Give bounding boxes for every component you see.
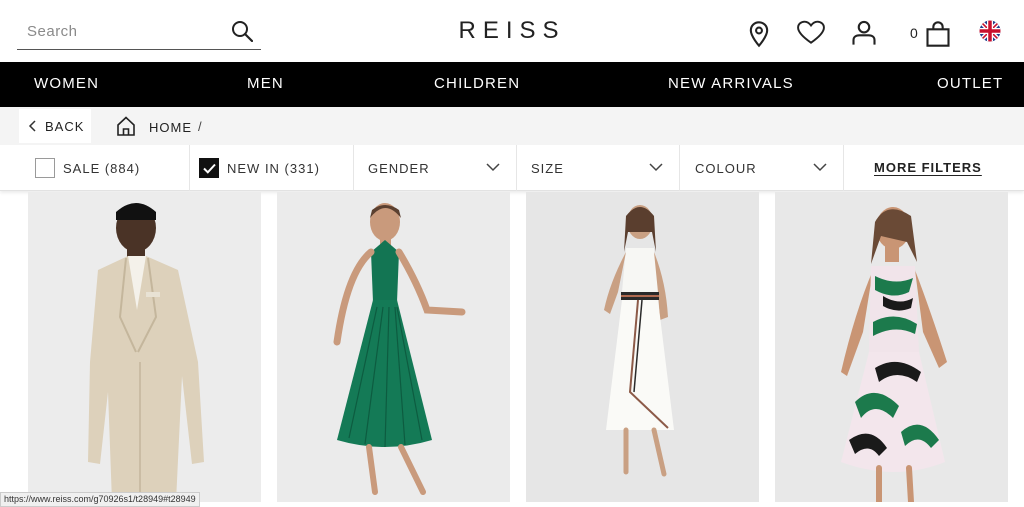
chevron-down-icon <box>486 163 500 172</box>
chevron-down-icon <box>813 163 827 172</box>
product-image <box>775 192 1008 502</box>
nav-outlet[interactable]: OUTLET <box>937 75 1003 92</box>
nav-new-arrivals[interactable]: NEW ARRIVALS <box>668 75 794 92</box>
product-tile-green-halter-dress[interactable] <box>277 192 510 502</box>
filter-bar: SALE (884) NEW IN (331) GENDER SIZE COLO… <box>0 145 1024 191</box>
product-tile-print-dress[interactable] <box>775 192 1008 502</box>
back-button[interactable]: BACK <box>19 109 91 143</box>
heart-icon[interactable] <box>797 19 825 47</box>
filter-sale-label: SALE (884) <box>63 161 141 176</box>
filter-colour-dropdown[interactable]: COLOUR <box>680 145 844 191</box>
status-bar-url: https://www.reiss.com/g70926s1/t28949#t2… <box>0 492 200 507</box>
filter-colour-label: COLOUR <box>695 161 757 176</box>
filter-sale[interactable]: SALE (884) <box>27 145 190 191</box>
home-icon[interactable] <box>117 116 135 136</box>
new-in-checkbox[interactable] <box>199 158 219 178</box>
filter-size-label: SIZE <box>531 161 564 176</box>
product-image <box>28 192 261 502</box>
page: REISS 0 WOMEN <box>0 0 1024 507</box>
chevron-left-icon <box>28 120 36 132</box>
nav-men[interactable]: MEN <box>247 75 284 92</box>
uk-flag-icon[interactable] <box>979 20 1001 42</box>
product-tile-beige-suit[interactable] <box>28 192 261 502</box>
filter-new-in[interactable]: NEW IN (331) <box>190 145 354 191</box>
bag-count: 0 <box>910 25 918 41</box>
nav-children[interactable]: CHILDREN <box>434 75 520 92</box>
location-pin-icon[interactable] <box>745 20 773 48</box>
site-header: REISS 0 <box>0 0 1024 62</box>
filter-gender-label: GENDER <box>368 161 430 176</box>
account-icon[interactable] <box>850 19 878 47</box>
breadcrumb: BACK HOME / <box>0 107 1024 145</box>
main-nav: WOMEN MEN CHILDREN NEW ARRIVALS OUTLET <box>0 62 1024 107</box>
product-image <box>526 192 759 502</box>
breadcrumb-home-link[interactable]: HOME <box>149 120 192 135</box>
sale-checkbox[interactable] <box>35 158 55 178</box>
filter-gender-dropdown[interactable]: GENDER <box>354 145 517 191</box>
filter-new-in-label: NEW IN (331) <box>227 161 320 176</box>
breadcrumb-separator: / <box>198 119 202 134</box>
filter-size-dropdown[interactable]: SIZE <box>517 145 680 191</box>
product-tile-white-dress[interactable] <box>526 192 759 502</box>
checkmark-icon <box>203 163 216 174</box>
product-image <box>277 192 510 502</box>
nav-women[interactable]: WOMEN <box>34 75 99 92</box>
more-filters-link[interactable]: MORE FILTERS <box>874 160 982 175</box>
chevron-down-icon <box>649 163 663 172</box>
bag-icon[interactable] <box>924 20 952 48</box>
back-label: BACK <box>45 119 85 134</box>
